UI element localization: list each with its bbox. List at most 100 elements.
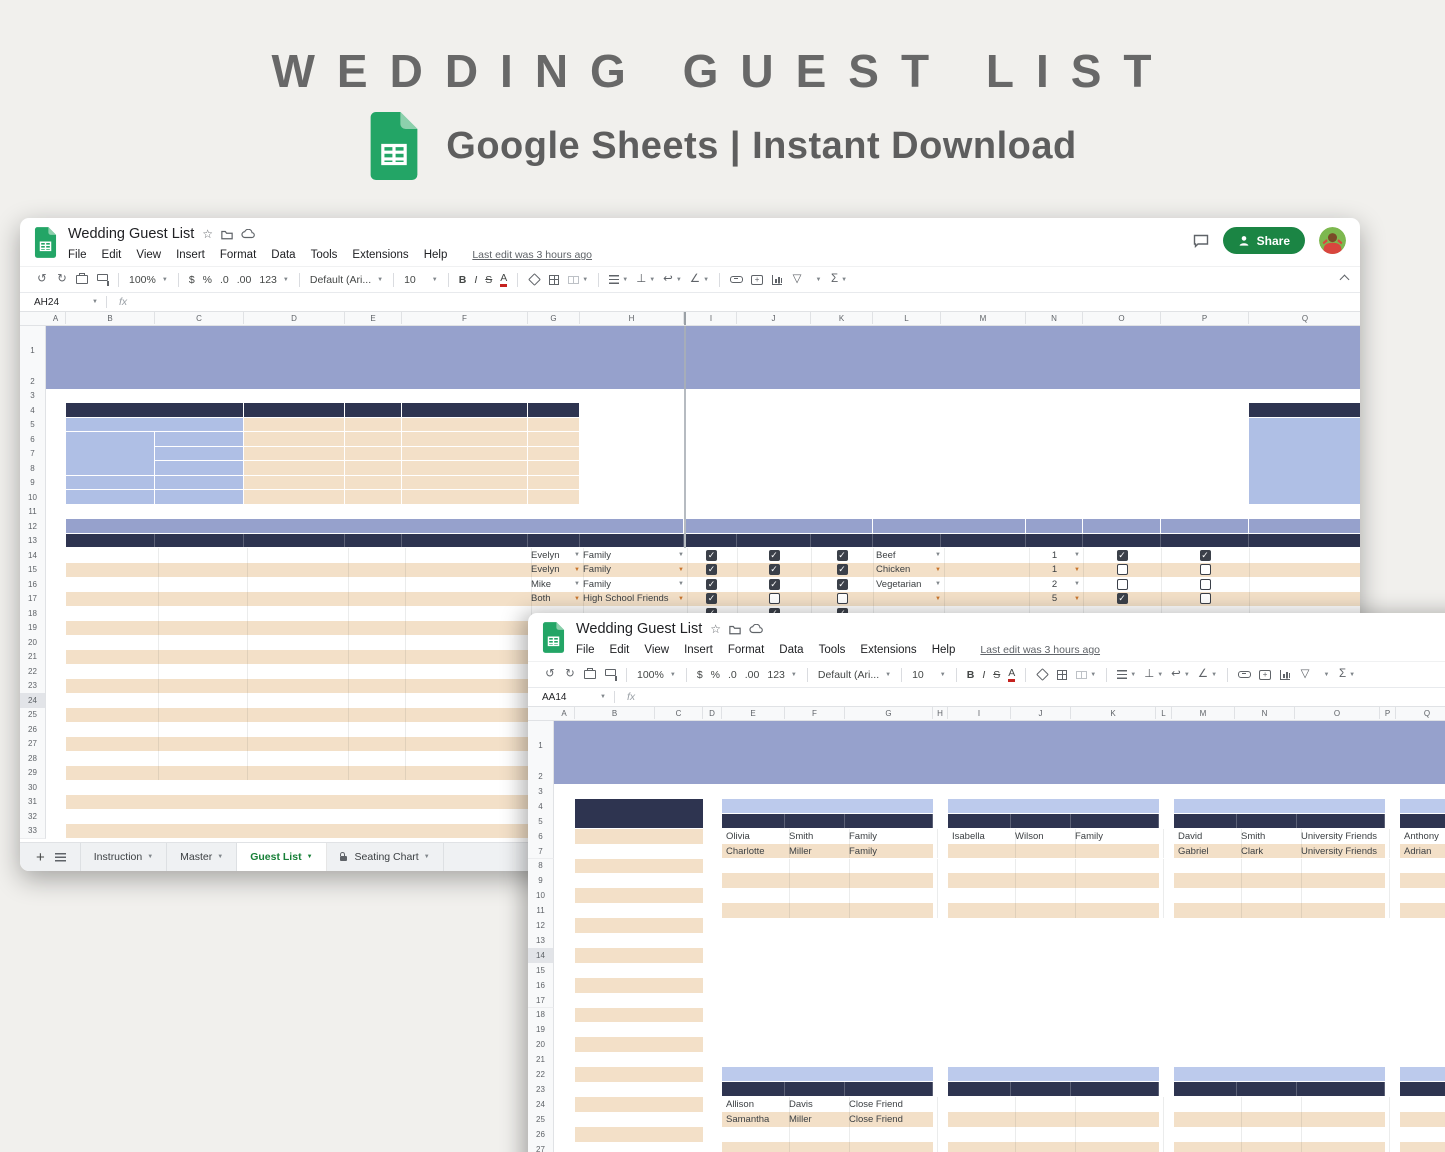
- cell-sent-checkbox[interactable]: ✓: [686, 548, 738, 563]
- sent-checkbox-checked[interactable]: ✓: [706, 593, 717, 605]
- cell-last[interactable]: [155, 736, 248, 751]
- seat-row[interactable]: [1400, 858, 1445, 874]
- seat-cell[interactable]: [1400, 1097, 1445, 1112]
- seat-cell[interactable]: [785, 873, 850, 889]
- cell-notes[interactable]: [1249, 592, 1360, 607]
- strikethrough-button[interactable]: S: [485, 274, 492, 286]
- column-header-K[interactable]: K: [1071, 707, 1156, 719]
- seat-cell[interactable]: [1071, 888, 1164, 904]
- seat-row[interactable]: [948, 873, 1164, 889]
- seat-cell[interactable]: [1174, 1126, 1242, 1142]
- seat-cell[interactable]: [1174, 888, 1242, 904]
- last-edit-link[interactable]: Last edit was 3 hours ago: [472, 249, 592, 261]
- cell-last[interactable]: [155, 722, 248, 737]
- row-header-7[interactable]: 7: [528, 843, 554, 860]
- cell-first[interactable]: [66, 707, 159, 722]
- capacity-row[interactable]: [575, 1067, 703, 1082]
- seat-cell[interactable]: [1071, 1111, 1164, 1127]
- borders-icon[interactable]: [548, 272, 560, 288]
- text-rotation-icon[interactable]: ∠ ▼: [690, 272, 709, 288]
- cell-email[interactable]: [244, 577, 349, 592]
- row-header-16[interactable]: 16: [20, 577, 46, 593]
- summary-label[interactable]: [155, 461, 243, 475]
- seat-row[interactable]: [722, 1126, 938, 1142]
- zoom-select[interactable]: 100% ▼: [637, 669, 676, 681]
- row-header-6[interactable]: 6: [20, 432, 46, 448]
- format-percent-button[interactable]: %: [711, 669, 720, 681]
- summary-label[interactable]: [66, 490, 154, 504]
- seat-cell[interactable]: [948, 858, 1016, 874]
- cell-email[interactable]: [244, 664, 349, 679]
- cell-email[interactable]: [244, 693, 349, 708]
- summary-label[interactable]: [66, 417, 243, 431]
- seat-cell[interactable]: [1174, 1096, 1242, 1112]
- seat-row[interactable]: Adrian: [1400, 843, 1445, 859]
- row-header-18[interactable]: 18: [528, 1007, 554, 1024]
- row-header-3[interactable]: 3: [20, 388, 46, 404]
- column-header-H[interactable]: H: [580, 312, 684, 324]
- cell-address[interactable]: [402, 693, 532, 708]
- seat-cell[interactable]: [1011, 1126, 1076, 1142]
- text-color-button[interactable]: A: [1008, 667, 1016, 682]
- font-select[interactable]: Default (Ari... ▼: [818, 669, 891, 681]
- seat-cell[interactable]: [1011, 1141, 1076, 1152]
- star-icon[interactable]: ☆: [202, 228, 213, 240]
- merge-cells-icon[interactable]: ▼: [568, 272, 588, 288]
- seat-cell[interactable]: [948, 843, 1016, 859]
- sent-checkbox-checked[interactable]: ✓: [706, 564, 717, 576]
- seat-cell[interactable]: [1297, 888, 1390, 904]
- cell-table_no-dropdown[interactable]: 5 ▼: [1026, 591, 1084, 606]
- summary-value-cell[interactable]: [402, 417, 527, 431]
- gift-checkbox-checked[interactable]: ✓: [1116, 549, 1128, 561]
- cell-address[interactable]: [402, 751, 532, 766]
- row-header-3[interactable]: 3: [528, 784, 554, 800]
- seat-cell[interactable]: [1174, 873, 1242, 889]
- capacity-row[interactable]: [575, 828, 703, 844]
- cell-email[interactable]: [244, 736, 349, 751]
- seat-cell[interactable]: [1400, 859, 1445, 874]
- seat-row[interactable]: [722, 858, 938, 874]
- seat-cell[interactable]: [1011, 1096, 1076, 1112]
- summary-label[interactable]: [66, 432, 154, 475]
- thank_you-checkbox-unchecked[interactable]: [1199, 564, 1211, 576]
- seat-row[interactable]: [948, 843, 1164, 859]
- cell-rsvp-checkbox[interactable]: ✓: [737, 548, 812, 563]
- cell-last[interactable]: [155, 707, 248, 722]
- seat-cell[interactable]: [722, 1141, 790, 1152]
- menu-data[interactable]: Data: [779, 644, 803, 656]
- functions-icon[interactable]: Σ ▼: [831, 272, 847, 288]
- row-header-2[interactable]: 2: [20, 374, 46, 390]
- summary-value-cell[interactable]: [345, 446, 401, 460]
- cell-notes[interactable]: [1249, 548, 1360, 563]
- seat-cell[interactable]: Adrian: [1400, 844, 1445, 859]
- move-to-folder-icon[interactable]: [729, 624, 741, 635]
- column-header-Q[interactable]: Q: [1249, 312, 1360, 324]
- summary-value-cell[interactable]: [244, 446, 344, 460]
- seat-cell[interactable]: David: [1174, 828, 1242, 844]
- print-icon[interactable]: [76, 272, 88, 288]
- column-header-L[interactable]: L: [873, 312, 941, 324]
- summary-value-cell[interactable]: [345, 417, 401, 431]
- cell-last[interactable]: [155, 693, 248, 708]
- row-header-11[interactable]: 11: [20, 504, 46, 520]
- seat-cell[interactable]: [1400, 1142, 1445, 1152]
- summary-value-cell[interactable]: [528, 475, 579, 489]
- seat-row[interactable]: Samantha Miller Close Friend: [722, 1111, 938, 1127]
- vertical-align-icon[interactable]: ⊥ ▼: [1144, 667, 1163, 683]
- borders-icon[interactable]: [1056, 667, 1068, 683]
- column-header-B[interactable]: B: [575, 707, 655, 719]
- cell-address[interactable]: [402, 664, 532, 679]
- cell-restrictions[interactable]: [941, 591, 1030, 606]
- insert-chart-icon[interactable]: [771, 272, 783, 288]
- insert-link-icon[interactable]: [1238, 667, 1252, 683]
- cell-thank_you-checkbox[interactable]: ✓: [1161, 548, 1250, 563]
- row-header-10[interactable]: 10: [528, 888, 554, 905]
- column-header-J[interactable]: J: [1011, 707, 1071, 719]
- seat-row[interactable]: [948, 1126, 1164, 1142]
- cell-email[interactable]: [244, 765, 349, 780]
- cell-email[interactable]: [244, 751, 349, 766]
- cell-guest_of-dropdown[interactable]: Both ▼: [528, 591, 584, 606]
- add-sheet-button[interactable]: +: [36, 849, 45, 866]
- summary-label[interactable]: [155, 490, 243, 504]
- row-header-14[interactable]: 14: [20, 548, 46, 564]
